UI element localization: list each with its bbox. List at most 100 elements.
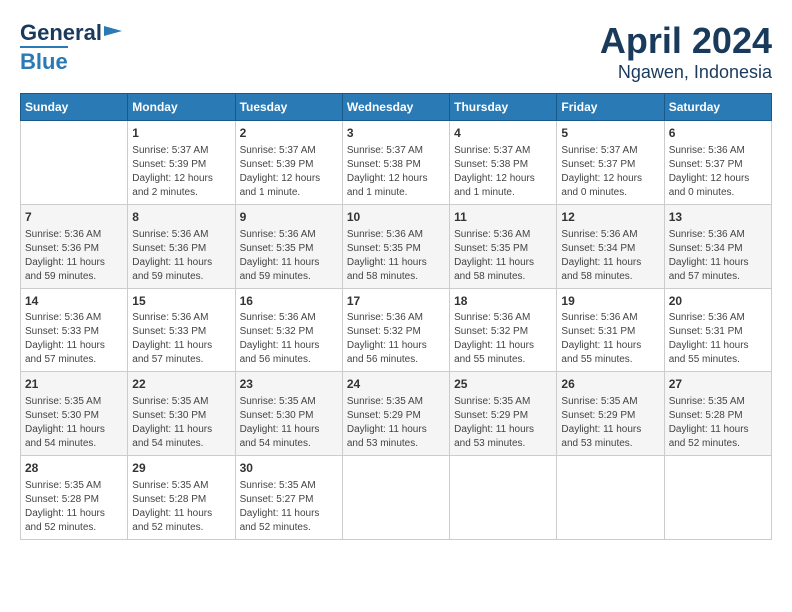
day-number: 28 — [25, 460, 123, 477]
week-row-5: 28 Sunrise: 5:35 AMSunset: 5:28 PMDayligh… — [21, 456, 772, 540]
day-cell: 12 Sunrise: 5:36 AMSunset: 5:34 PMDayligh… — [557, 204, 664, 288]
day-number: 12 — [561, 209, 659, 226]
week-row-1: 1 Sunrise: 5:37 AMSunset: 5:39 PMDaylight… — [21, 121, 772, 205]
day-number: 8 — [132, 209, 230, 226]
day-number: 11 — [454, 209, 552, 226]
day-cell: 14Sunrise: 5:36 AMSunset: 5:33 PMDayligh… — [21, 288, 128, 372]
day-number: 21 — [25, 376, 123, 393]
day-cell: 15Sunrise: 5:36 AMSunset: 5:33 PMDayligh… — [128, 288, 235, 372]
day-info: Sunrise: 5:36 AMSunset: 5:31 PMDaylight:… — [669, 311, 767, 367]
day-info: Sunrise: 5:36 AMSunset: 5:31 PMDaylight:… — [561, 311, 659, 367]
title-block: April 2024 Ngawen, Indonesia — [600, 20, 772, 83]
day-number: 15 — [132, 293, 230, 310]
day-cell: 30 Sunrise: 5:35 AMSunset: 5:27 PMDayligh… — [235, 456, 342, 540]
col-monday: Monday — [128, 94, 235, 121]
day-cell: 26Sunrise: 5:35 AMSunset: 5:29 PMDayligh… — [557, 372, 664, 456]
day-cell: 7 Sunrise: 5:36 AMSunset: 5:36 PMDaylight… — [21, 204, 128, 288]
col-saturday: Saturday — [664, 94, 771, 121]
day-info: Sunrise: 5:35 AMSunset: 5:29 PMDaylight:… — [454, 395, 552, 451]
day-cell: 24 Sunrise: 5:35 AMSunset: 5:29 PMDayligh… — [342, 372, 449, 456]
day-number: 7 — [25, 209, 123, 226]
day-info: Sunrise: 5:36 AMSunset: 5:33 PMDaylight:… — [132, 311, 230, 367]
day-number: 22 — [132, 376, 230, 393]
day-number: 10 — [347, 209, 445, 226]
calendar-title: April 2024 — [600, 20, 772, 62]
day-number: 26 — [561, 376, 659, 393]
day-number: 20 — [669, 293, 767, 310]
day-cell: 4Sunrise: 5:37 AMSunset: 5:38 PMDaylight… — [450, 121, 557, 205]
day-number: 1 — [132, 125, 230, 142]
day-cell: 19Sunrise: 5:36 AMSunset: 5:31 PMDayligh… — [557, 288, 664, 372]
day-number: 24 — [347, 376, 445, 393]
day-number: 3 — [347, 125, 445, 142]
day-info: Sunrise: 5:35 AMSunset: 5:27 PMDaylight:… — [240, 479, 338, 535]
col-sunday: Sunday — [21, 94, 128, 121]
day-number: 25 — [454, 376, 552, 393]
day-cell: 3 Sunrise: 5:37 AMSunset: 5:38 PMDaylight… — [342, 121, 449, 205]
day-info: Sunrise: 5:37 AMSunset: 5:38 PMDaylight:… — [347, 144, 445, 200]
day-number: 19 — [561, 293, 659, 310]
logo-general: General — [20, 20, 102, 46]
calendar-header: Sunday Monday Tuesday Wednesday Thursday… — [21, 94, 772, 121]
day-info: Sunrise: 5:35 AMSunset: 5:30 PMDaylight:… — [240, 395, 338, 451]
day-info: Sunrise: 5:36 AMSunset: 5:37 PMDaylight:… — [669, 144, 767, 200]
day-info: Sunrise: 5:37 AMSunset: 5:39 PMDaylight:… — [132, 144, 230, 200]
day-info: Sunrise: 5:35 AMSunset: 5:28 PMDaylight:… — [132, 479, 230, 535]
day-info: Sunrise: 5:36 AMSunset: 5:34 PMDaylight:… — [561, 228, 659, 284]
day-info: Sunrise: 5:36 AMSunset: 5:33 PMDaylight:… — [25, 311, 123, 367]
day-info: Sunrise: 5:37 AMSunset: 5:37 PMDaylight:… — [561, 144, 659, 200]
day-info: Sunrise: 5:36 AMSunset: 5:36 PMDaylight:… — [132, 228, 230, 284]
day-number: 16 — [240, 293, 338, 310]
col-thursday: Thursday — [450, 94, 557, 121]
day-info: Sunrise: 5:36 AMSunset: 5:32 PMDaylight:… — [347, 311, 445, 367]
day-cell: 28 Sunrise: 5:35 AMSunset: 5:28 PMDayligh… — [21, 456, 128, 540]
day-info: Sunrise: 5:36 AMSunset: 5:35 PMDaylight:… — [347, 228, 445, 284]
day-cell: 2Sunrise: 5:37 AMSunset: 5:39 PMDaylight… — [235, 121, 342, 205]
week-row-4: 21 Sunrise: 5:35 AMSunset: 5:30 PMDayligh… — [21, 372, 772, 456]
day-info: Sunrise: 5:36 AMSunset: 5:34 PMDaylight:… — [669, 228, 767, 284]
col-wednesday: Wednesday — [342, 94, 449, 121]
day-cell: 20Sunrise: 5:36 AMSunset: 5:31 PMDayligh… — [664, 288, 771, 372]
day-cell: 9 Sunrise: 5:36 AMSunset: 5:35 PMDaylight… — [235, 204, 342, 288]
day-info: Sunrise: 5:35 AMSunset: 5:30 PMDaylight:… — [132, 395, 230, 451]
day-cell: 17Sunrise: 5:36 AMSunset: 5:32 PMDayligh… — [342, 288, 449, 372]
logo-blue: Blue — [20, 46, 68, 75]
day-cell: 6Sunrise: 5:36 AMSunset: 5:37 PMDaylight… — [664, 121, 771, 205]
day-cell: 13 Sunrise: 5:36 AMSunset: 5:34 PMDayligh… — [664, 204, 771, 288]
day-info: Sunrise: 5:36 AMSunset: 5:36 PMDaylight:… — [25, 228, 123, 284]
day-number: 13 — [669, 209, 767, 226]
day-cell: 22 Sunrise: 5:35 AMSunset: 5:30 PMDayligh… — [128, 372, 235, 456]
day-cell: 23 Sunrise: 5:35 AMSunset: 5:30 PMDayligh… — [235, 372, 342, 456]
day-number: 27 — [669, 376, 767, 393]
logo: General Blue — [20, 20, 122, 75]
day-number: 14 — [25, 293, 123, 310]
day-cell: 11 Sunrise: 5:36 AMSunset: 5:35 PMDayligh… — [450, 204, 557, 288]
day-info: Sunrise: 5:35 AMSunset: 5:28 PMDaylight:… — [669, 395, 767, 451]
day-cell — [664, 456, 771, 540]
day-cell: 5 Sunrise: 5:37 AMSunset: 5:37 PMDaylight… — [557, 121, 664, 205]
calendar-body: 1 Sunrise: 5:37 AMSunset: 5:39 PMDaylight… — [21, 121, 772, 540]
logo-bird-icon — [104, 22, 122, 40]
day-cell: 18Sunrise: 5:36 AMSunset: 5:32 PMDayligh… — [450, 288, 557, 372]
day-number: 2 — [240, 125, 338, 142]
day-info: Sunrise: 5:35 AMSunset: 5:30 PMDaylight:… — [25, 395, 123, 451]
day-info: Sunrise: 5:36 AMSunset: 5:35 PMDaylight:… — [454, 228, 552, 284]
page-header: General Blue April 2024 Ngawen, Indonesi… — [20, 20, 772, 83]
day-info: Sunrise: 5:35 AMSunset: 5:29 PMDaylight:… — [347, 395, 445, 451]
header-row: Sunday Monday Tuesday Wednesday Thursday… — [21, 94, 772, 121]
day-info: Sunrise: 5:36 AMSunset: 5:35 PMDaylight:… — [240, 228, 338, 284]
day-cell — [21, 121, 128, 205]
day-cell: 21 Sunrise: 5:35 AMSunset: 5:30 PMDayligh… — [21, 372, 128, 456]
day-number: 23 — [240, 376, 338, 393]
day-number: 5 — [561, 125, 659, 142]
day-number: 30 — [240, 460, 338, 477]
day-cell — [342, 456, 449, 540]
day-cell — [450, 456, 557, 540]
day-number: 9 — [240, 209, 338, 226]
day-number: 18 — [454, 293, 552, 310]
day-info: Sunrise: 5:37 AMSunset: 5:38 PMDaylight:… — [454, 144, 552, 200]
calendar-table: Sunday Monday Tuesday Wednesday Thursday… — [20, 93, 772, 540]
day-number: 29 — [132, 460, 230, 477]
col-tuesday: Tuesday — [235, 94, 342, 121]
day-info: Sunrise: 5:35 AMSunset: 5:28 PMDaylight:… — [25, 479, 123, 535]
